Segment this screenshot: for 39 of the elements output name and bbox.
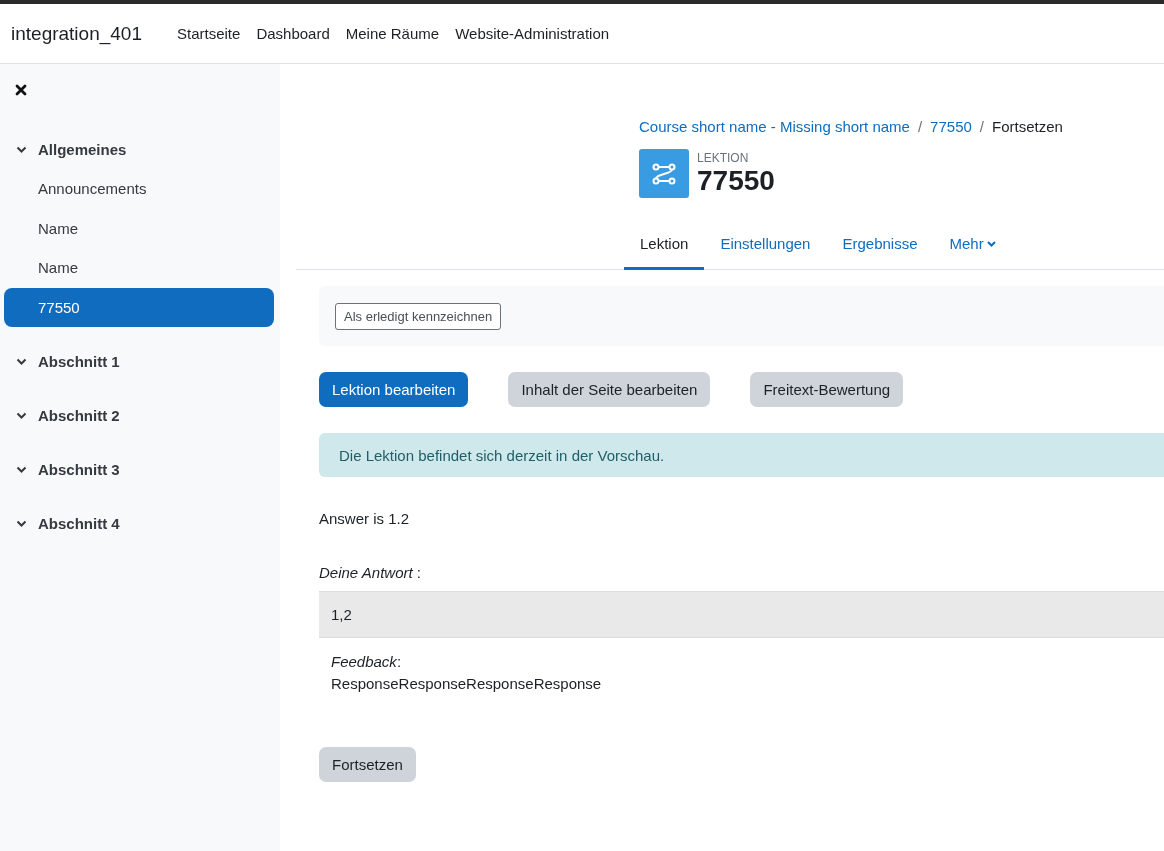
- nav-link[interactable]: Meine Räume: [345, 25, 440, 42]
- close-icon[interactable]: [15, 84, 27, 96]
- nav-tab[interactable]: Lektion: [624, 220, 705, 270]
- section-title[interactable]: Allgemeines: [38, 140, 127, 158]
- section-title[interactable]: Abschnitt 1: [38, 352, 120, 370]
- mark-done-button[interactable]: Als erledigt kennzeichnen: [335, 302, 502, 330]
- nav-link[interactable]: Startseite: [177, 25, 241, 42]
- continue-button[interactable]: Fortsetzen: [319, 747, 416, 782]
- nav-link[interactable]: Website-Administration: [455, 25, 610, 42]
- breadcrumb-current[interactable]: Fortsetzen: [992, 118, 1063, 135]
- nav-link[interactable]: Dashboard: [256, 25, 330, 42]
- action-button[interactable]: Freitext-Bewertung: [750, 372, 904, 407]
- action-button[interactable]: Inhalt der Seite bearbeiten: [508, 372, 711, 407]
- nav-tab[interactable]: Ergebnisse: [826, 220, 934, 270]
- feedback-label: Feedback:: [331, 652, 403, 672]
- section-title[interactable]: Abschnitt 3: [38, 460, 120, 478]
- sidebar-item[interactable]: Name: [4, 208, 274, 248]
- info-alert: Die Lektion befindet sich derzeit in der Vorschau.: [319, 433, 1164, 477]
- site-name[interactable]: integration_401: [11, 22, 142, 45]
- sidebar-item[interactable]: Announcements: [4, 169, 274, 209]
- feedback-text: ResponseResponseResponseResponse: [331, 674, 603, 694]
- caret-icon: [986, 240, 996, 247]
- page-pretitle: LEKTION: [697, 150, 750, 165]
- sidebar-item[interactable]: 77550: [4, 287, 274, 327]
- breadcrumb-separator: /: [979, 118, 984, 135]
- section-title[interactable]: Abschnitt 2: [38, 406, 120, 424]
- section-title[interactable]: Abschnitt 4: [38, 514, 120, 532]
- breadcrumb-separator: /: [917, 118, 923, 135]
- lesson-icon: [639, 149, 689, 198]
- sidebar-item[interactable]: Name: [4, 248, 274, 288]
- page-title: 77550: [697, 164, 775, 197]
- answer-value: 1,2: [331, 606, 352, 623]
- nav-tab[interactable]: Mehr: [933, 220, 1012, 270]
- nav-tab[interactable]: Einstellungen: [704, 220, 827, 270]
- breadcrumb-link[interactable]: 77550: [930, 118, 972, 135]
- breadcrumb-link[interactable]: Course short name - Missing short name: [639, 118, 910, 135]
- action-button[interactable]: Lektion bearbeiten: [319, 372, 469, 407]
- answer-label: Deine Antwort :: [319, 564, 422, 581]
- question-text: Answer is 1.2: [319, 510, 411, 527]
